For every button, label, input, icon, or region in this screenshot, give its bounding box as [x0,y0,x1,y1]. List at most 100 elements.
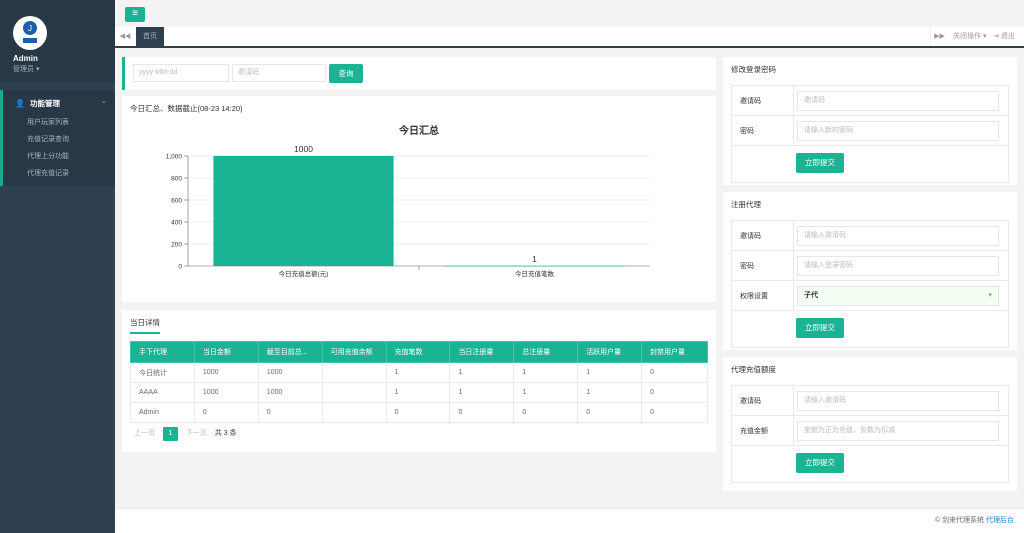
nav-group-label: 功能管理 [29,99,60,108]
invite-code-field[interactable]: 请输入邀请码 [797,226,999,246]
sidebar-item-user-list[interactable]: 用户玩家列表 [27,117,69,127]
data-label: 1000 [294,144,313,154]
submit-password-button[interactable]: 立即提交 [796,153,844,173]
table-cell: 0 [641,382,708,403]
form-actions: 立即提交 [732,311,1008,347]
form-actions: 立即提交 [732,446,1008,482]
table-cell: 1000 [193,382,259,403]
scroll-tabs-right-button[interactable]: ▶▶ [930,27,948,46]
y-tick-label: 800 [171,176,182,183]
form-row: 邀请码 邀请码 [732,86,1008,116]
sidebar-item-agent-recharge-log[interactable]: 代理充值记录 [27,168,69,178]
y-tick-label: 0 [178,264,182,271]
scroll-tabs-left-button[interactable]: ◀◀ [115,27,135,46]
column-header: 当日注册量 [449,341,515,363]
query-button[interactable]: 查询 [329,64,363,83]
svg-text:J: J [28,24,32,33]
page-number-current[interactable]: 1 [162,427,178,441]
form-row: 充值金额 金额为正为充值，负数为扣减 [732,416,1008,446]
column-header: 充值笔数 [385,341,451,363]
date-input[interactable]: yyyy-MM-dd [133,64,229,82]
footer-link[interactable]: 代理后台 [986,517,1014,524]
permission-select[interactable]: 子代 ▾ [797,286,999,306]
table-cell: 1000 [193,362,259,383]
double-chevron-left-icon: ◀◀ [119,33,131,40]
table-cell: 1 [385,362,451,383]
bar [444,265,625,267]
x-tick-label: 今日充值总额(元) [279,269,329,278]
user-role-dropdown[interactable]: 管理员 ▾ [13,64,39,74]
exit-label: 退出 [1000,33,1015,40]
menu-toggle-button[interactable]: ≡ [125,7,145,22]
column-header: 可用充值余额 [321,341,387,363]
user-icon: 👤 [15,99,25,108]
permission-value: 子代 [804,292,818,299]
detail-panel: 当日详情 手下代理 当日金额 截至目前总... 可用充值余额 充值笔数 当日注册量 总注册量… [122,310,716,452]
login-password-field[interactable]: 请输入登录密码 [797,256,999,276]
bar [213,156,394,266]
table-cell: 今日统计 [130,362,195,383]
total-count: 共 3 条 [214,430,237,437]
form-row: 邀请码 请输入邀请码 [732,386,1008,416]
form-row: 密码 请输入登录密码 [732,251,1008,281]
invite-code-field[interactable]: 邀请码 [797,91,999,111]
table-cell: 0 [641,362,708,383]
close-operations-dropdown[interactable]: 关闭操作 ▾ [953,27,986,46]
double-chevron-right-icon: ▶▶ [934,33,945,40]
exit-button[interactable]: ⇥ 退出 [993,27,1015,46]
invite-code-field[interactable]: 请输入邀请码 [797,391,999,411]
avatar[interactable]: J [13,16,47,50]
column-header: 当日金额 [193,341,259,363]
summary-chart: 今日汇总 0 200 400 600 800 1,000 1000 今日充值总额(元) 1 今日充… [166,124,650,278]
agent-recharge-title: 代理充值额度 [731,365,776,374]
caret-down-icon: ▾ [35,66,40,73]
menu-icon: ≡ [132,8,138,19]
form-row: 权限设置 子代 ▾ [732,281,1008,311]
table-cell: 1 [385,382,451,403]
table-cell [321,362,387,383]
tab-today-detail[interactable]: 当日详情 [130,317,160,334]
sidebar-item-recharge-query[interactable]: 充值记录查询 [27,134,69,144]
submit-recharge-button[interactable]: 立即提交 [796,453,844,473]
y-tick-label: 200 [171,242,182,249]
field-label: 邀请码 [740,398,761,405]
invite-code-input[interactable]: 邀请码 [232,64,326,82]
user-name: Admin [13,54,38,63]
form-row: 邀请码 请输入邀请码 [732,221,1008,251]
agent-recharge-panel: 代理充值额度 邀请码 请输入邀请码 充值金额 金额为正为充值，负数为扣减 立即提… [723,357,1017,491]
table-cell: 1000 [257,362,323,383]
nav-group-title[interactable]: 👤 功能管理 [15,98,60,109]
field-label: 密码 [740,263,754,270]
column-header: 手下代理 [130,341,195,363]
caret-down-icon: ▾ [982,33,987,40]
submit-register-button[interactable]: 立即提交 [796,318,844,338]
table-cell: 1 [577,382,643,403]
agent-recharge-form: 邀请码 请输入邀请码 充值金额 金额为正为充值，负数为扣减 立即提交 [731,385,1009,483]
table-row: 今日统计 1000 1000 1 1 1 1 0 [130,362,708,383]
table-cell: AAAA [130,382,195,403]
table-cell: 0 [385,402,451,423]
field-label: 邀请码 [740,233,761,240]
user-role: 管理员 [13,66,34,73]
register-agent-form: 邀请码 请输入邀请码 密码 请输入登录密码 权限设置 子代 ▾ 立即提交 [731,220,1009,348]
summary-panel: 今日汇总、数据截止(08-23 14:20) 今日汇总 0 200 400 600 80… [122,96,716,302]
new-password-field[interactable]: 请输入新的密码 [797,121,999,141]
form-actions: 立即提交 [732,146,1008,182]
table-cell: 0 [513,402,579,423]
tab-bar: ◀◀ 首页 ▶▶ 关闭操作 ▾ ⇥ 退出 [115,27,1024,48]
data-label: 1 [532,254,537,264]
table-cell: Admin [130,402,195,423]
sidebar-item-agent-topup[interactable]: 代理上分功能 [27,151,69,161]
table-cell: 1 [449,382,515,403]
footer: © 剑来代理系统 代理后台 [115,508,1024,533]
tab-home[interactable]: 首页 [136,27,164,46]
footer-text: © 剑来代理系统 [934,517,985,524]
prev-page-button[interactable]: 上一页 [134,430,155,437]
column-header: 总注册量 [513,341,579,363]
recharge-amount-field[interactable]: 金额为正为充值，负数为扣减 [797,421,999,441]
form-row: 密码 请输入新的密码 [732,116,1008,146]
table-cell: 0 [449,402,515,423]
next-page-button[interactable]: 下一页 [186,430,207,437]
sidebar: J Admin 管理员 ▾ 👤 功能管理 ⌄ 用户玩家列表 充值记录查询 代理上分… [0,0,115,533]
table-cell: 1 [449,362,515,383]
